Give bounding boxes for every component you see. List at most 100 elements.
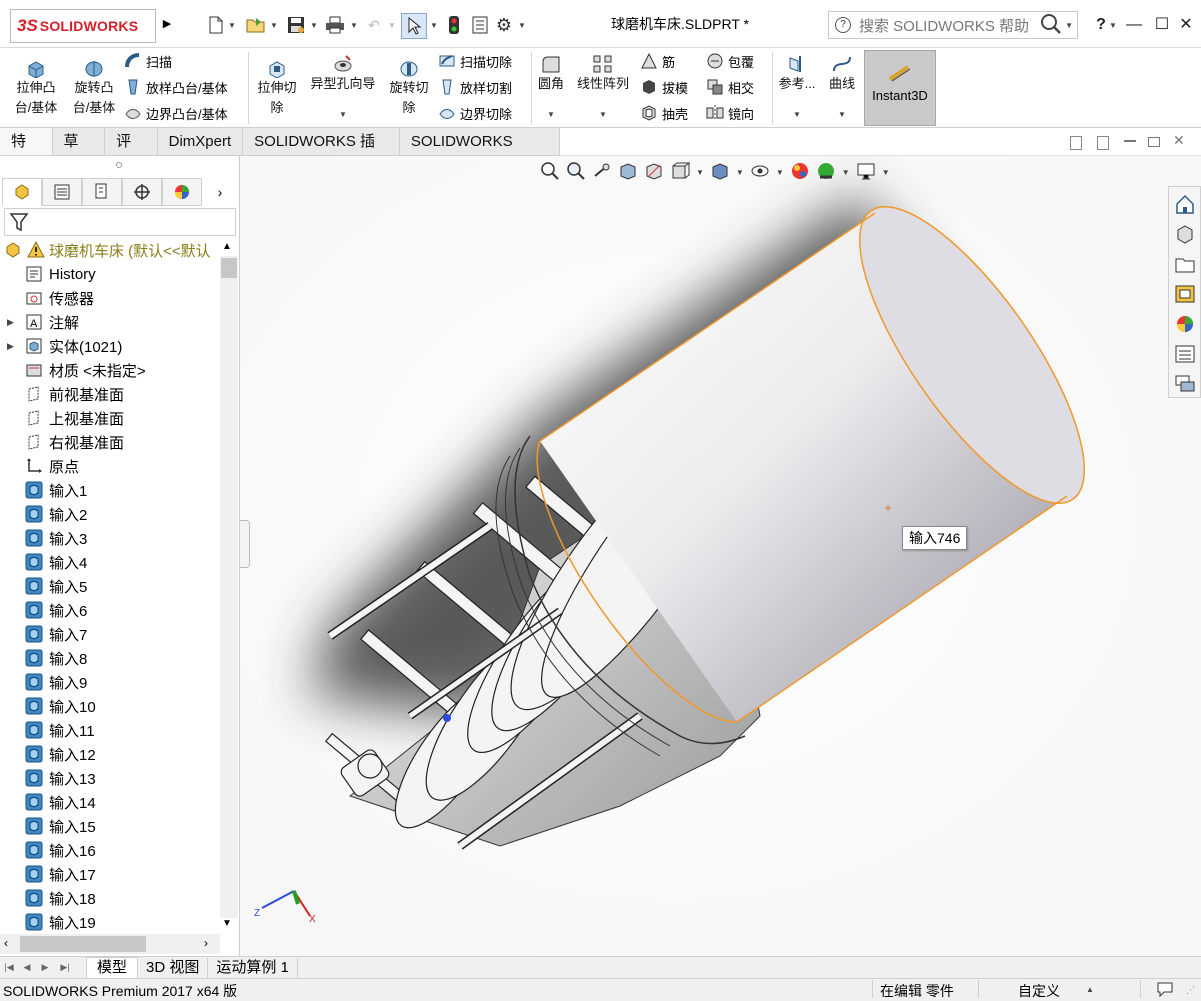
- panel-prev-icon[interactable]: [1070, 136, 1082, 150]
- edit-appearance-icon[interactable]: [790, 161, 810, 184]
- options-gear-icon[interactable]: ⚙: [494, 14, 514, 36]
- tree-vertical-scrollbar[interactable]: [220, 256, 238, 918]
- view-palette-icon[interactable]: [1174, 283, 1196, 305]
- unit-system-caret[interactable]: ▲: [1086, 985, 1094, 994]
- instant3d-button[interactable]: Instant3D: [864, 50, 936, 126]
- minimize-button[interactable]: —: [1122, 13, 1146, 37]
- revolved-boss-button[interactable]: 旋转凸 台/基体: [66, 58, 122, 118]
- tree-horizontal-scroll-thumb[interactable]: [20, 936, 146, 952]
- doc-close-icon[interactable]: ✕: [1173, 132, 1185, 149]
- previous-view-icon[interactable]: [592, 161, 612, 184]
- tab-motion-study[interactable]: 运动算例 1: [208, 957, 298, 978]
- boundary-boss-button[interactable]: 边界凸台/基体: [124, 103, 228, 123]
- hide-show-items-icon[interactable]: [750, 161, 770, 184]
- prev-tab-arrow-icon[interactable]: ◀: [18, 962, 36, 973]
- undo-dropdown-caret[interactable]: ▼: [388, 21, 396, 30]
- tab-model[interactable]: 模型: [86, 956, 139, 979]
- extruded-cut-button[interactable]: 拉伸切 除: [252, 58, 302, 118]
- intersect-button[interactable]: 相交: [706, 77, 754, 97]
- dynamic-annotation-icon[interactable]: [644, 161, 664, 184]
- property-manager-tab-icon[interactable]: [42, 178, 82, 206]
- reference-geometry-button[interactable]: 参考...: [776, 54, 818, 94]
- print-dropdown-caret[interactable]: ▼: [350, 21, 358, 30]
- reference-caret[interactable]: ▼: [793, 110, 801, 119]
- tab-features[interactable]: 特征: [0, 128, 53, 177]
- tree-vertical-scroll-thumb[interactable]: [221, 258, 237, 278]
- model-viewport[interactable]: Z X: [240, 156, 1201, 956]
- undo-icon[interactable]: ↶: [364, 14, 384, 36]
- fillet-caret[interactable]: ▼: [547, 110, 555, 119]
- file-explorer-icon[interactable]: [1174, 253, 1196, 275]
- configuration-manager-tab-icon[interactable]: [82, 178, 122, 206]
- linear-pattern-button[interactable]: 线性阵列: [572, 54, 634, 94]
- select-dropdown-caret[interactable]: ▼: [430, 21, 438, 30]
- tree-scroll-left-arrow[interactable]: ‹: [4, 936, 8, 950]
- apply-scene-caret[interactable]: ▼: [842, 168, 850, 177]
- tree-filter-box[interactable]: [4, 208, 236, 236]
- zoom-to-area-icon[interactable]: [566, 161, 586, 184]
- curves-button[interactable]: 曲线: [822, 54, 862, 94]
- hole-wizard-button[interactable]: 异型孔向导: [304, 54, 382, 94]
- save-dropdown-caret[interactable]: ▼: [310, 21, 318, 30]
- graphics-area[interactable]: Z X: [240, 156, 1201, 956]
- print-icon[interactable]: [325, 14, 345, 36]
- draft-button[interactable]: 拔模: [640, 77, 688, 97]
- expand-arrow-icon[interactable]: ▶: [7, 317, 14, 328]
- view-settings-monitor-icon[interactable]: [856, 161, 876, 184]
- forum-chat-icon[interactable]: [1174, 373, 1196, 395]
- hole-wizard-caret[interactable]: ▼: [339, 110, 347, 119]
- panel-grip-icon[interactable]: [116, 162, 122, 168]
- rebuild-traffic-light-icon[interactable]: [444, 14, 464, 36]
- search-dropdown-caret[interactable]: ▼: [1065, 21, 1073, 30]
- tab-3d-views[interactable]: 3D 视图: [138, 957, 209, 978]
- new-dropdown-caret[interactable]: ▼: [228, 21, 236, 30]
- rib-button[interactable]: 筋: [640, 51, 675, 71]
- menu-expand-arrow[interactable]: ▶: [160, 14, 174, 34]
- dimxpert-manager-tab-icon[interactable]: [122, 178, 162, 206]
- swept-cut-button[interactable]: 扫描切除: [438, 51, 512, 71]
- tab-sketch[interactable]: 草图: [53, 128, 106, 177]
- tab-addins[interactable]: SOLIDWORKS 插件: [243, 128, 400, 177]
- last-tab-arrow-icon[interactable]: ▶|: [54, 962, 76, 973]
- apply-scene-icon[interactable]: [816, 161, 836, 184]
- help-search-box[interactable]: ? 搜索 SOLIDWORKS 帮助 ▼: [828, 11, 1078, 39]
- options-dropdown-caret[interactable]: ▼: [518, 21, 526, 30]
- file-properties-icon[interactable]: [470, 14, 490, 36]
- view-orientation-icon[interactable]: [670, 161, 691, 184]
- select-pointer-icon[interactable]: [401, 13, 427, 39]
- zoom-to-fit-icon[interactable]: [540, 161, 560, 184]
- doc-restore-icon[interactable]: [1148, 137, 1160, 147]
- panel-collapse-handle[interactable]: [240, 520, 250, 568]
- display-style-icon[interactable]: [710, 161, 730, 184]
- mirror-button[interactable]: 镜向: [706, 103, 754, 123]
- new-document-icon[interactable]: [206, 14, 226, 36]
- boundary-cut-button[interactable]: 边界切除: [438, 103, 512, 123]
- section-view-icon[interactable]: [618, 161, 638, 184]
- solidworks-logo[interactable]: 3S SOLIDWORKS: [10, 9, 156, 43]
- loft-boss-button[interactable]: 放样凸台/基体: [124, 77, 228, 97]
- wrap-button[interactable]: 包覆: [706, 51, 754, 71]
- next-tab-arrow-icon[interactable]: ▶: [36, 962, 54, 973]
- display-manager-tab-icon[interactable]: [162, 178, 202, 206]
- maximize-button[interactable]: ☐: [1150, 13, 1174, 37]
- extruded-boss-button[interactable]: 拉伸凸 台/基体: [8, 58, 64, 118]
- appearances-scenes-icon[interactable]: [1174, 313, 1196, 335]
- quick-tips-icon[interactable]: [1156, 980, 1176, 1001]
- curves-caret[interactable]: ▼: [838, 110, 846, 119]
- open-folder-icon[interactable]: [246, 14, 266, 36]
- status-unit-system[interactable]: 自定义: [1018, 981, 1060, 1001]
- lofted-cut-button[interactable]: 放样切割: [438, 77, 512, 97]
- display-style-caret[interactable]: ▼: [736, 168, 744, 177]
- tree-scroll-right-arrow[interactable]: ›: [204, 936, 208, 950]
- design-library-icon[interactable]: [1174, 223, 1196, 245]
- save-icon[interactable]: [286, 14, 306, 36]
- open-dropdown-caret[interactable]: ▼: [270, 21, 278, 30]
- doc-minimize-icon[interactable]: [1124, 140, 1136, 142]
- fillet-button[interactable]: 圆角: [534, 54, 568, 94]
- tab-evaluate[interactable]: 评估: [105, 128, 158, 177]
- tree-scroll-down-arrow[interactable]: ▼: [222, 918, 232, 929]
- panel-next-icon[interactable]: [1097, 136, 1109, 150]
- custom-properties-icon[interactable]: [1174, 343, 1196, 365]
- view-settings-caret[interactable]: ▼: [882, 168, 890, 177]
- tab-mbd[interactable]: SOLIDWORKS MBD: [400, 128, 560, 177]
